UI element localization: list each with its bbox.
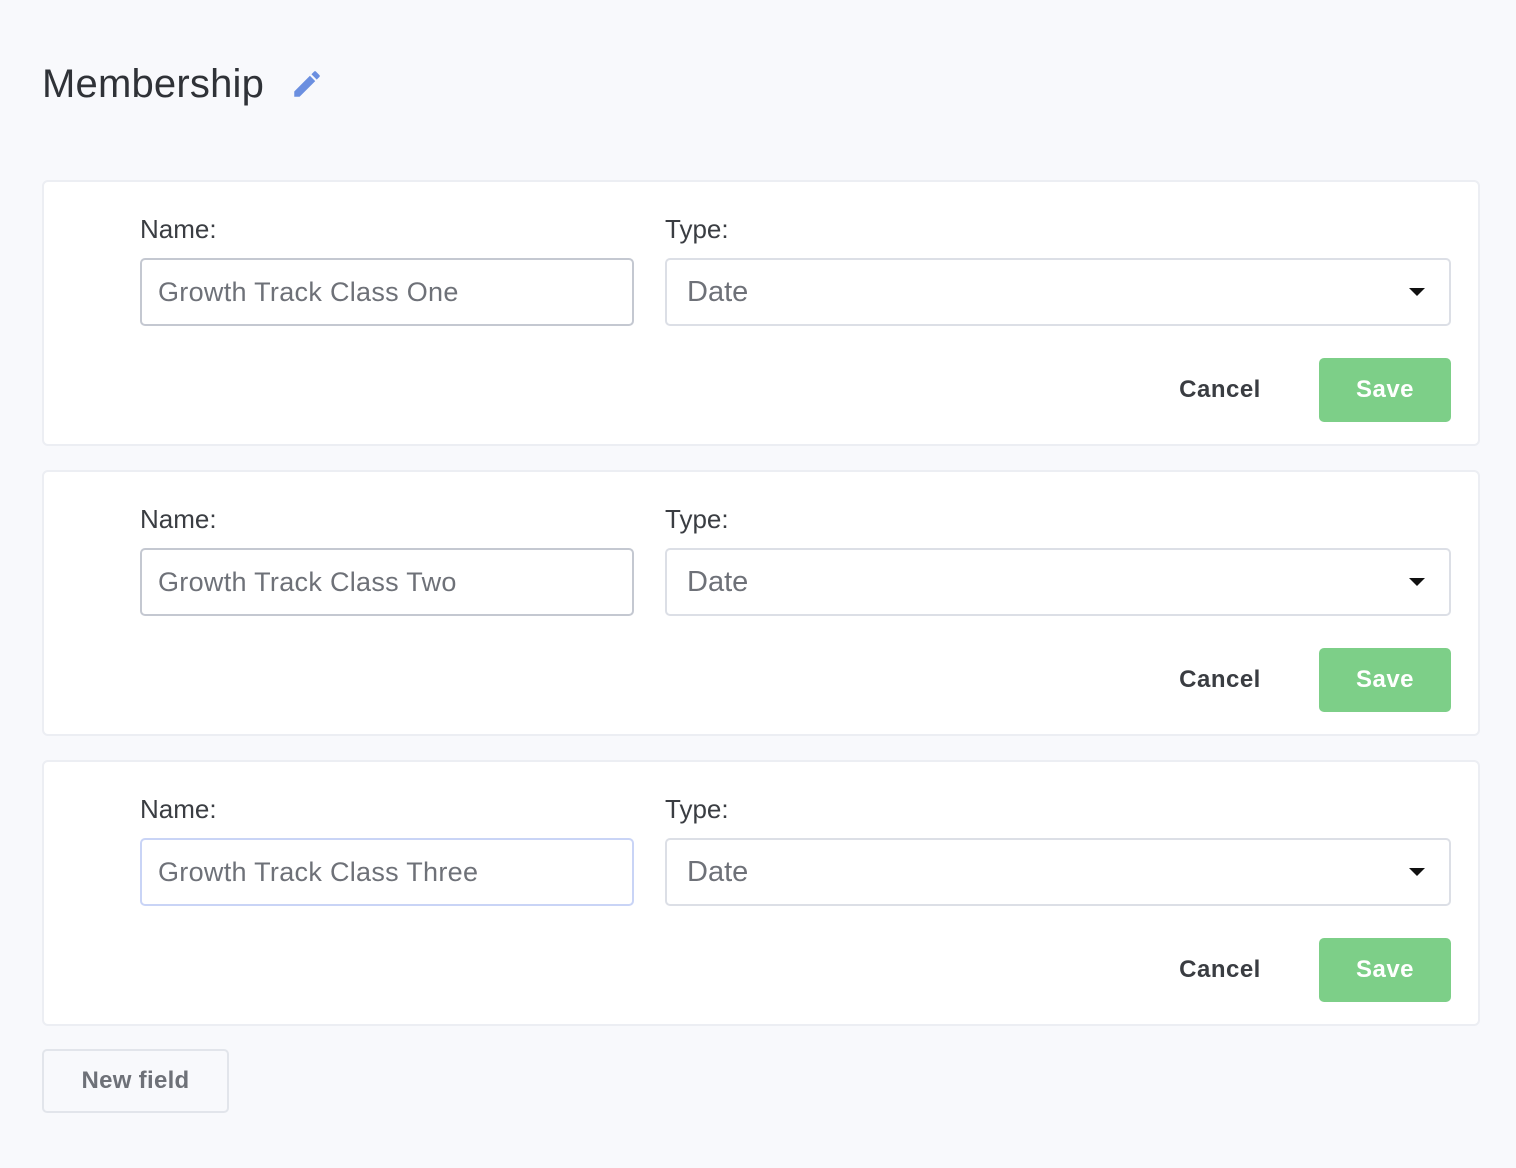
- type-label: Type:: [665, 794, 729, 824]
- type-select-value: Date: [687, 275, 749, 308]
- type-select[interactable]: Date: [665, 258, 1451, 326]
- type-label: Type:: [665, 504, 729, 534]
- save-button[interactable]: Save: [1319, 938, 1451, 1002]
- type-label: Type:: [665, 214, 729, 244]
- type-select-value: Date: [687, 855, 749, 888]
- chevron-down-icon: [1409, 868, 1425, 876]
- cancel-button[interactable]: Cancel: [1152, 648, 1288, 712]
- page-title: Membership: [42, 62, 265, 106]
- chevron-down-icon: [1409, 578, 1425, 586]
- field-card: Name: Type: Date Cancel Save: [42, 470, 1480, 736]
- type-select-value: Date: [687, 565, 749, 598]
- pencil-icon[interactable]: [290, 67, 324, 101]
- chevron-down-icon: [1409, 288, 1425, 296]
- type-select[interactable]: Date: [665, 838, 1451, 906]
- name-label: Name:: [140, 504, 217, 534]
- name-label: Name:: [140, 794, 217, 824]
- field-card: Name: Type: Date Cancel Save: [42, 180, 1480, 446]
- type-select[interactable]: Date: [665, 548, 1451, 616]
- save-button[interactable]: Save: [1319, 358, 1451, 422]
- name-input[interactable]: [140, 548, 634, 616]
- name-input[interactable]: [140, 258, 634, 326]
- field-card: Name: Type: Date Cancel Save: [42, 760, 1480, 1026]
- page-header: Membership: [42, 58, 324, 110]
- name-input[interactable]: [140, 838, 634, 906]
- save-button[interactable]: Save: [1319, 648, 1451, 712]
- membership-page: Membership Name: Type: Date Cancel Save …: [0, 0, 1516, 1168]
- new-field-button[interactable]: New field: [42, 1049, 229, 1113]
- cancel-button[interactable]: Cancel: [1152, 358, 1288, 422]
- name-label: Name:: [140, 214, 217, 244]
- cancel-button[interactable]: Cancel: [1152, 938, 1288, 1002]
